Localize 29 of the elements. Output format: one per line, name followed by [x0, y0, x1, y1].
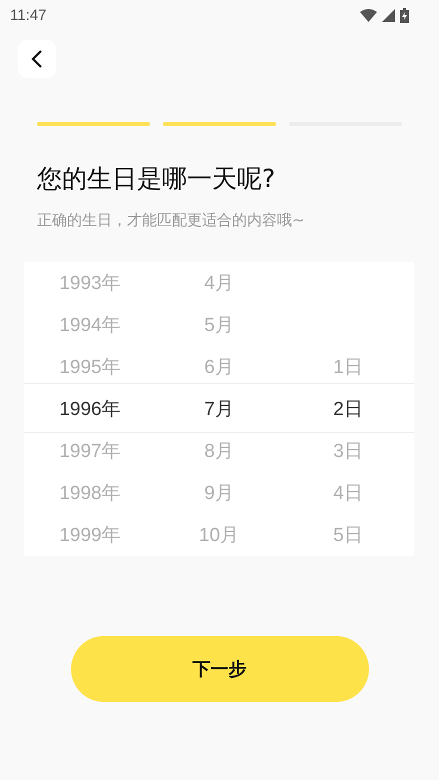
- day-option[interactable]: 3日: [333, 438, 363, 464]
- year-option[interactable]: 1994年: [59, 312, 121, 338]
- day-option[interactable]: 5日: [333, 522, 363, 548]
- day-option[interactable]: 1日: [333, 354, 363, 380]
- month-option[interactable]: 9月: [204, 480, 234, 506]
- back-button[interactable]: [18, 40, 56, 78]
- battery-icon: [400, 8, 409, 22]
- page-subtitle: 正确的生日，才能匹配更适合的内容哦~: [37, 210, 306, 230]
- year-option[interactable]: 1995年: [59, 354, 121, 380]
- month-option[interactable]: 5月: [204, 312, 234, 338]
- day-option[interactable]: 4日: [333, 480, 363, 506]
- page-title: 您的生日是哪一天呢?: [37, 164, 276, 194]
- year-option[interactable]: 1996年: [59, 396, 121, 422]
- month-option[interactable]: 4月: [204, 270, 234, 296]
- year-option[interactable]: 1998年: [59, 480, 121, 506]
- month-option[interactable]: 8月: [204, 438, 234, 464]
- year-option[interactable]: 1997年: [59, 438, 121, 464]
- date-picker[interactable]: 1993年 1994年 1995年 1996年 1997年 1998年 1999年 4月 5月 6月 7月 8月 9月 10月 1日 2日 3日 4日 5日: [24, 262, 414, 556]
- year-option[interactable]: 1993年: [59, 270, 121, 296]
- next-button[interactable]: 下一步: [70, 636, 368, 702]
- signal-icon: [382, 8, 395, 22]
- back-icon: [31, 50, 43, 68]
- month-option[interactable]: 7月: [204, 396, 234, 422]
- status-time: 11:47: [10, 6, 46, 24]
- wifi-icon: [360, 8, 377, 22]
- year-option[interactable]: 1999年: [59, 522, 121, 548]
- day-option[interactable]: 2日: [333, 396, 363, 422]
- month-option[interactable]: 6月: [204, 354, 234, 380]
- month-option[interactable]: 10月: [198, 522, 240, 548]
